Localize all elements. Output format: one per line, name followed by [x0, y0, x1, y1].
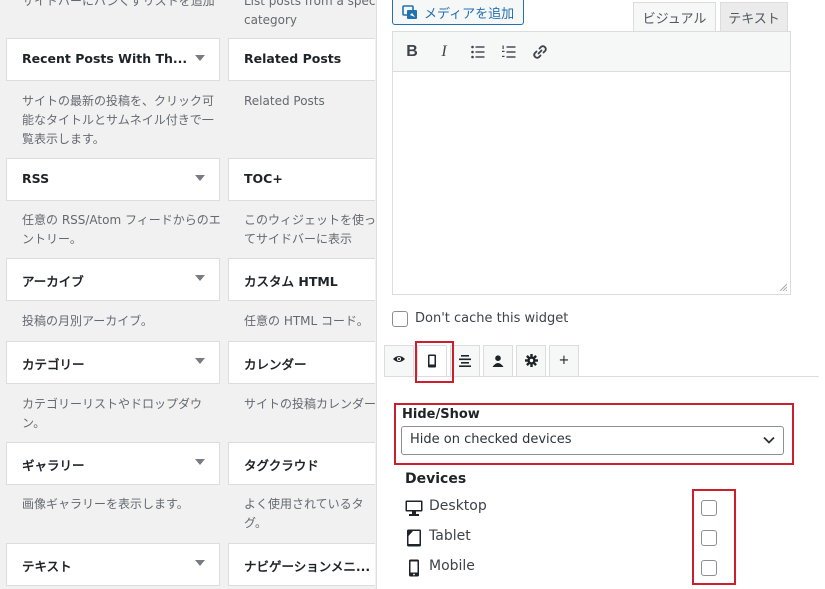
widget-description: サイトの投稿カレンダー: [244, 397, 375, 411]
widget-description: 任意の HTML コード。: [244, 314, 369, 328]
italic-button[interactable]: I: [431, 40, 457, 64]
widget-title: Related Posts: [244, 51, 342, 66]
tab-add[interactable]: +: [549, 345, 579, 376]
tab-user-roles[interactable]: [483, 345, 513, 376]
caret-down-icon[interactable]: [195, 560, 205, 566]
editor-toolbar: B I: [393, 32, 790, 72]
widget-recent-posts-thumbs[interactable]: Recent Posts With Th...: [6, 38, 220, 81]
tab-alignment[interactable]: [450, 345, 480, 376]
widget-title: テキスト: [22, 559, 72, 574]
link-button[interactable]: [527, 40, 553, 64]
widget-calendar[interactable]: カレンダー: [228, 341, 375, 384]
gear-icon: [524, 354, 538, 367]
tab-visibility[interactable]: [384, 345, 414, 376]
add-media-label: メディアを追加: [424, 7, 515, 22]
widget-description: サイトの最新の投稿を、クリック可能なタイトルとサムネイル付きで一覧表示します。: [22, 94, 215, 146]
widget-tag-cloud[interactable]: タグクラウド: [228, 442, 375, 485]
desktop-icon: [405, 500, 423, 516]
available-widgets-panel: サイドバーにバンくずリストを追加 Recent Posts With Th...…: [0, 0, 375, 589]
mobile-icon: [409, 559, 419, 577]
chevron-down-icon: [763, 436, 775, 444]
caret-down-icon[interactable]: [195, 358, 205, 364]
widget-categories[interactable]: カテゴリー: [6, 341, 220, 384]
widget-archives[interactable]: アーカイブ: [6, 258, 220, 301]
caret-down-icon[interactable]: [195, 275, 205, 281]
highlight-box: [415, 341, 454, 383]
tablet-icon: [407, 529, 421, 547]
link-icon: [533, 45, 547, 59]
caret-down-icon[interactable]: [195, 459, 205, 465]
hide-show-highlight: Hide/Show Hide on checked devices: [394, 403, 794, 465]
widget-description: サイドバーにバンくずリストを追加: [22, 0, 215, 8]
widget-description: 画像ギャラリーを表示します。: [22, 497, 189, 511]
widget-description: List posts from a specified category: [244, 0, 375, 27]
device-label: Mobile: [429, 558, 475, 574]
widget-description: よく使用されているタグ。: [244, 497, 364, 530]
caret-down-icon[interactable]: [195, 55, 205, 61]
dont-cache-label: Don't cache this widget: [415, 311, 569, 326]
editor-content-area[interactable]: [393, 72, 790, 294]
align-icon: [459, 355, 471, 367]
bullet-list-icon: [471, 45, 485, 59]
widget-title: アーカイブ: [22, 274, 84, 289]
user-icon: [492, 355, 504, 367]
widget-custom-html[interactable]: カスタム HTML: [228, 258, 375, 301]
tab-settings[interactable]: [516, 345, 546, 376]
widget-title: カテゴリー: [22, 357, 85, 372]
widget-text[interactable]: テキスト: [6, 543, 220, 586]
widget-rss[interactable]: RSS: [6, 158, 220, 201]
widget-description: 任意の RSS/Atom フィードからのエントリー。: [22, 213, 221, 246]
add-media-button[interactable]: メディアを追加: [392, 0, 524, 25]
widget-toc-plus[interactable]: TOC+: [228, 158, 375, 201]
dont-cache-checkbox[interactable]: [392, 311, 408, 327]
widget-title: カスタム HTML: [244, 274, 338, 289]
media-icon: [402, 5, 417, 19]
widget-title: ナビゲーションメニ...: [244, 559, 371, 574]
hide-show-select[interactable]: Hide on checked devices: [401, 426, 784, 455]
widget-description: 投稿の月別アーカイブ。: [22, 314, 153, 328]
tab-text[interactable]: テキスト: [720, 2, 788, 31]
text-editor: B I: [392, 31, 791, 295]
device-label: Tablet: [429, 528, 471, 544]
widget-description: カテゴリーリストやドロップダウン。: [22, 397, 203, 430]
widget-settings-panel: メディアを追加 ビジュアル テキスト B I Don't cache this …: [376, 0, 825, 589]
widget-description: このウィジェットを使ってサイドバーに表示: [244, 213, 375, 246]
widget-title: RSS: [22, 171, 50, 186]
widget-related-posts[interactable]: Related Posts: [228, 38, 375, 81]
plus-icon: +: [558, 353, 570, 368]
widget-title: ギャラリー: [22, 458, 85, 473]
resize-handle-icon[interactable]: [779, 283, 787, 291]
widget-title: Recent Posts With Th...: [22, 51, 188, 66]
devices-heading: Devices: [405, 471, 467, 487]
widget-navigation-menu[interactable]: ナビゲーションメニ...: [228, 543, 375, 586]
numbered-list-icon: [502, 45, 516, 58]
device-label: Desktop: [429, 498, 487, 514]
widget-gallery[interactable]: ギャラリー: [6, 442, 220, 485]
tab-visual[interactable]: ビジュアル: [633, 2, 716, 31]
checkbox-highlight: [692, 489, 736, 585]
numbered-list-button[interactable]: [496, 40, 522, 64]
bold-button[interactable]: B: [399, 40, 425, 64]
hide-show-selected-value: Hide on checked devices: [410, 432, 572, 447]
widget-title: TOC+: [244, 171, 283, 186]
widget-description: Related Posts: [244, 94, 325, 108]
hide-show-label: Hide/Show: [402, 407, 480, 422]
eye-icon: [393, 356, 405, 362]
widget-title: カレンダー: [244, 357, 307, 372]
widget-title: タグクラウド: [244, 458, 319, 473]
caret-down-icon[interactable]: [195, 175, 205, 181]
bullet-list-button[interactable]: [465, 40, 491, 64]
